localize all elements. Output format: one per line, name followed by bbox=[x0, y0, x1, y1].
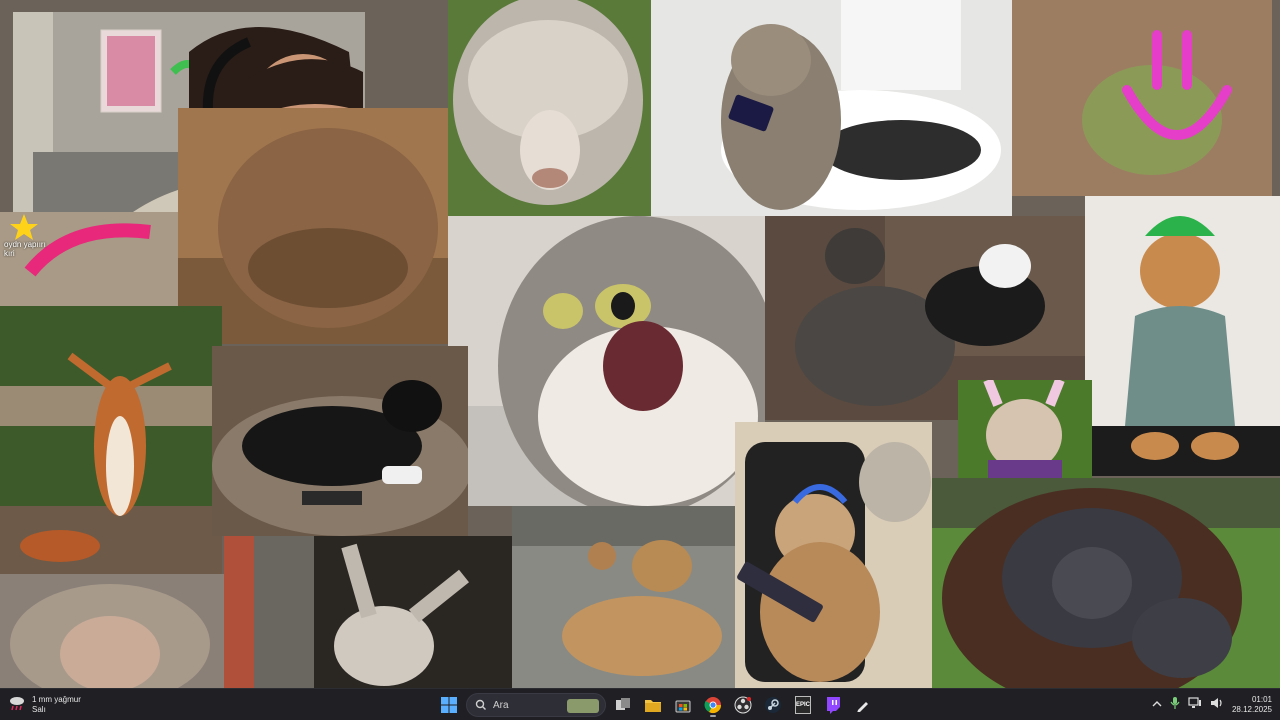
active-indicator bbox=[710, 715, 716, 717]
search-highlight-thumbnail bbox=[567, 699, 599, 713]
clock[interactable]: 01:01 28.12.2025 bbox=[1232, 695, 1272, 715]
cat-in-green-hat-tile bbox=[1085, 196, 1280, 476]
bulldog-bunny-ears-tile bbox=[958, 380, 1092, 478]
network-icon[interactable] bbox=[1188, 696, 1202, 714]
file-explorer-button[interactable] bbox=[640, 692, 666, 718]
store-icon bbox=[675, 700, 691, 713]
steam-button[interactable] bbox=[760, 692, 786, 718]
sticker-caption: oydn yapıırı kıri bbox=[4, 240, 46, 258]
folder-icon bbox=[645, 700, 661, 712]
cat-on-toilet-tile bbox=[651, 0, 1012, 216]
windows-icon bbox=[441, 697, 457, 713]
obs-icon bbox=[734, 696, 752, 714]
shocked-cat-tile bbox=[448, 216, 765, 506]
desktop-wallpaper: oydn yapıırı kıri bbox=[0, 0, 1280, 688]
gamer-cat-tile bbox=[735, 422, 932, 688]
taskbar: 1 mm yağmur Salı Ara EPIC 01:01 28.12.20… bbox=[0, 688, 1280, 720]
search-icon bbox=[475, 699, 486, 710]
epic-games-button[interactable]: EPIC bbox=[790, 692, 816, 718]
microsoft-store-button[interactable] bbox=[670, 692, 696, 718]
obs-button[interactable] bbox=[730, 692, 756, 718]
twitch-button[interactable] bbox=[820, 692, 846, 718]
taskbar-apps: EPIC bbox=[436, 691, 876, 719]
pen-button[interactable] bbox=[850, 692, 876, 718]
start-button[interactable] bbox=[436, 692, 462, 718]
frog-tile bbox=[1012, 0, 1272, 196]
steam-icon bbox=[765, 697, 781, 713]
rain-icon bbox=[8, 694, 26, 717]
chrome-icon bbox=[704, 697, 722, 714]
dogs-street-tile bbox=[512, 506, 735, 688]
microphone-icon[interactable] bbox=[1170, 696, 1180, 715]
search-input[interactable] bbox=[493, 699, 563, 711]
task-view-button[interactable] bbox=[610, 692, 636, 718]
squirrel-tile bbox=[0, 306, 222, 574]
volume-icon[interactable] bbox=[1210, 696, 1224, 714]
monkey-tile bbox=[0, 574, 224, 688]
system-tray: 01:01 28.12.2025 bbox=[1152, 691, 1272, 719]
search-box[interactable] bbox=[466, 693, 606, 717]
weather-day: Salı bbox=[32, 705, 46, 714]
donkey-tile bbox=[224, 536, 512, 688]
task-view-icon bbox=[616, 698, 630, 710]
orangutan-tile bbox=[932, 478, 1280, 688]
chrome-button[interactable] bbox=[700, 692, 726, 718]
pink-sticker-tile: oydn yapıırı kıri bbox=[0, 212, 178, 306]
pen-icon bbox=[857, 702, 868, 712]
weather-widget[interactable]: 1 mm yağmur Salı bbox=[8, 692, 81, 718]
clock-date: 28.12.2025 bbox=[1231, 705, 1272, 714]
twitch-icon bbox=[827, 697, 840, 714]
chevron-up-icon[interactable] bbox=[1152, 696, 1162, 714]
sheep-tile bbox=[448, 0, 651, 216]
clock-time: 01:01 bbox=[1251, 695, 1272, 704]
epic-label: EPIC bbox=[796, 702, 811, 708]
black-dog-gamer-tile bbox=[212, 346, 468, 536]
epic-icon: EPIC bbox=[795, 696, 811, 714]
weather-temperature: 1 mm yağmur bbox=[32, 695, 81, 704]
